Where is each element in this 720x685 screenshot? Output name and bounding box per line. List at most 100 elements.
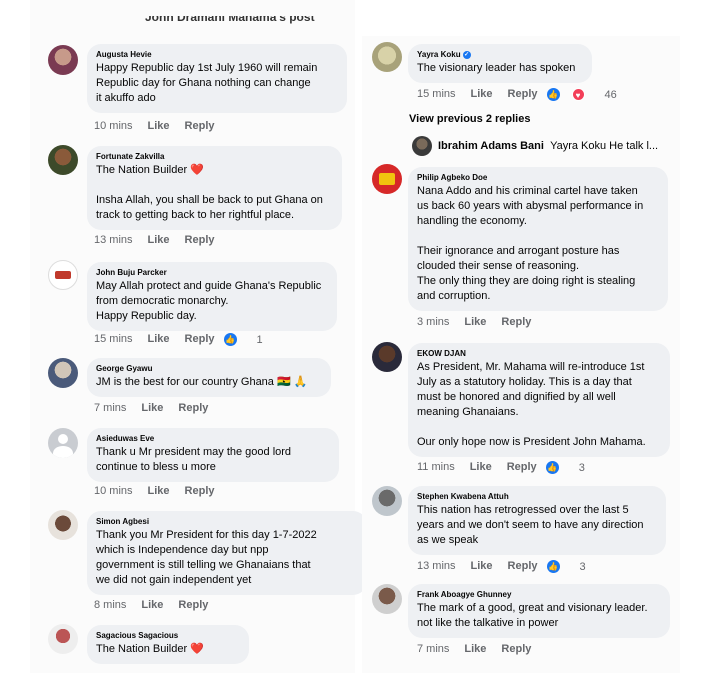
avatar[interactable] <box>48 624 78 654</box>
comment-text: Happy Republic day 1st July 1960 will re… <box>96 62 318 104</box>
comment-text: Thank you Mr President for this day 1-7-… <box>96 529 317 586</box>
comment-time[interactable]: 11 mins <box>417 461 455 473</box>
comment-author[interactable]: Augusta Hevie <box>96 50 338 60</box>
thumbs-up-icon: 👍 <box>545 461 559 474</box>
reply-button[interactable]: Reply <box>185 120 215 132</box>
verified-badge-icon: ✓ <box>462 50 471 59</box>
like-button[interactable]: Like <box>141 599 163 611</box>
avatar[interactable] <box>48 510 78 540</box>
reply-button[interactable]: Reply <box>185 333 215 345</box>
reply-button[interactable]: Reply <box>178 402 208 414</box>
like-button[interactable]: Like <box>464 316 486 328</box>
comment-bubble: Simon Agbesi Thank you Mr President for … <box>87 511 367 595</box>
comment-bubble: Stephen Kwabena Attuh This nation has re… <box>408 486 666 555</box>
comment-time[interactable]: 13 mins <box>417 560 456 572</box>
comment-meta: 10 mins Like Reply <box>94 120 230 132</box>
comment-bubble: Philip Agbeko Doe Nana Addo and his crim… <box>408 167 668 311</box>
comment-author[interactable]: Yayra Koku ✓ <box>417 50 583 60</box>
reply-button[interactable]: Reply <box>185 485 215 497</box>
comment-time[interactable]: 7 mins <box>94 402 126 414</box>
comment-time[interactable]: 10 mins <box>94 485 133 497</box>
comment-author[interactable]: John Buju Parcker <box>96 268 328 278</box>
comment-text: The Nation Builder ❤️ Insha Allah, you sh… <box>96 164 323 221</box>
comment-meta: 7 mins Like Reply <box>94 402 223 414</box>
comment-text: Thank u Mr president may the good lord co… <box>96 446 292 473</box>
comment-meta: 15 mins Like Reply 👍 1 <box>94 333 293 346</box>
comment-bubble: Frank Aboagye Ghunney The mark of a good… <box>408 584 670 638</box>
comment-meta: 13 mins Like Reply <box>94 234 230 246</box>
reaction-summary[interactable]: 👍 3 <box>545 461 600 474</box>
heart-icon: ♥ <box>571 88 585 101</box>
comment-author[interactable]: EKOW DJAN <box>417 349 661 359</box>
reply-button[interactable]: Reply <box>508 560 538 572</box>
avatar[interactable] <box>412 136 432 156</box>
comment-text: May Allah protect and guide Ghana's Repu… <box>96 280 322 322</box>
comment-author[interactable]: Fortunate Zakvilla <box>96 152 333 162</box>
comment-meta: 8 mins Like Reply <box>94 599 223 611</box>
comment-author[interactable]: Stephen Kwabena Attuh <box>417 492 657 502</box>
comment-time[interactable]: 13 mins <box>94 234 133 246</box>
comment-text: The visionary leader has spoken <box>417 62 576 74</box>
reply-button[interactable]: Reply <box>501 643 531 655</box>
reaction-summary[interactable]: 👍 ♥ 46 <box>546 88 632 101</box>
reply-button[interactable]: Reply <box>507 461 537 473</box>
reply-button[interactable]: Reply <box>508 88 538 100</box>
right-comments-panel: Yayra Koku ✓ The visionary leader has spo… <box>362 36 680 673</box>
comment-author[interactable]: Frank Aboagye Ghunney <box>417 590 661 600</box>
avatar[interactable] <box>372 42 402 72</box>
like-button[interactable]: Like <box>470 461 492 473</box>
comment-author[interactable]: Philip Agbeko Doe <box>417 173 659 183</box>
avatar[interactable] <box>48 145 78 175</box>
comment-time[interactable]: 8 mins <box>94 599 126 611</box>
comment-text: JM is the best for our country Ghana 🇬🇭 … <box>96 376 308 388</box>
comment-text: As President, Mr. Mahama will re-introdu… <box>417 361 646 448</box>
comment-time[interactable]: 15 mins <box>417 88 456 100</box>
comment-meta: 7 mins Like Reply <box>417 643 546 655</box>
comment-author[interactable]: Asieduwas Eve <box>96 434 330 444</box>
reply-button[interactable]: Reply <box>178 599 208 611</box>
avatar[interactable] <box>372 584 402 614</box>
reply-author[interactable]: Ibrahim Adams Bani <box>438 140 544 152</box>
like-button[interactable]: Like <box>471 560 493 572</box>
like-button[interactable]: Like <box>464 643 486 655</box>
comment-bubble: Augusta Hevie Happy Republic day 1st Jul… <box>87 44 347 113</box>
like-button[interactable]: Like <box>148 120 170 132</box>
avatar[interactable] <box>48 428 78 458</box>
thumbs-up-icon: 👍 <box>546 88 560 101</box>
comment-meta: 13 mins Like Reply 👍 3 <box>417 560 616 573</box>
comment-author[interactable]: Sagacious Sagacious <box>96 631 240 641</box>
thumbs-up-icon: 👍 <box>546 560 560 573</box>
reaction-summary[interactable]: 👍 1 <box>223 333 278 346</box>
reaction-summary[interactable]: 👍 3 <box>546 560 601 573</box>
like-button[interactable]: Like <box>471 88 493 100</box>
comment-time[interactable]: 15 mins <box>94 333 133 345</box>
like-button[interactable]: Like <box>148 333 170 345</box>
avatar[interactable] <box>48 358 78 388</box>
reply-button[interactable]: Reply <box>501 316 531 328</box>
comment-text: The mark of a good, great and visionary … <box>417 602 648 629</box>
comment-meta: 15 mins Like Reply 👍 ♥ 46 <box>417 88 647 101</box>
comment-bubble: Fortunate Zakvilla The Nation Builder ❤️… <box>87 146 342 230</box>
reply-button[interactable]: Reply <box>185 234 215 246</box>
comment-time[interactable]: 7 mins <box>417 643 449 655</box>
comment-text: The Nation Builder ❤️ <box>96 643 204 655</box>
avatar[interactable] <box>372 342 402 372</box>
like-button[interactable]: Like <box>148 234 170 246</box>
avatar[interactable] <box>372 164 402 194</box>
comment-bubble: Sagacious Sagacious The Nation Builder ❤… <box>87 625 249 664</box>
avatar[interactable] <box>48 260 78 290</box>
comment-text: Nana Addo and his criminal cartel have t… <box>417 185 644 302</box>
avatar[interactable] <box>372 486 402 516</box>
reply-preview[interactable]: Ibrahim Adams Bani Yayra Koku He talk l.… <box>438 140 658 152</box>
comment-meta: 11 mins Like Reply 👍 3 <box>417 461 615 474</box>
like-button[interactable]: Like <box>141 402 163 414</box>
comment-meta: 10 mins Like Reply <box>94 485 230 497</box>
comment-author[interactable]: George Gyawu <box>96 364 322 374</box>
comment-time[interactable]: 10 mins <box>94 120 133 132</box>
avatar[interactable] <box>48 45 78 75</box>
comment-text: This nation has retrogressed over the la… <box>417 504 644 546</box>
comment-author[interactable]: Simon Agbesi <box>96 517 358 527</box>
view-previous-replies-link[interactable]: View previous 2 replies <box>409 113 530 125</box>
comment-time[interactable]: 3 mins <box>417 316 449 328</box>
like-button[interactable]: Like <box>148 485 170 497</box>
